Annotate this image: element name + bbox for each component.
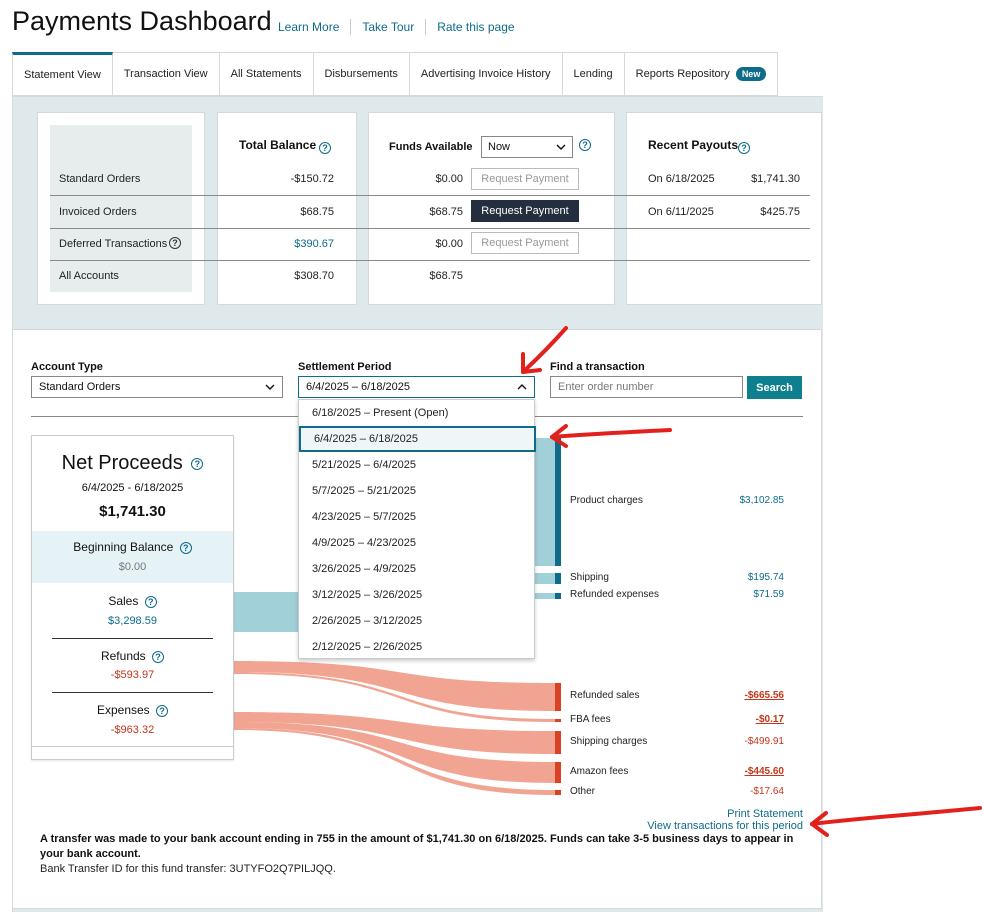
- expenses-label: Expenses: [96, 703, 150, 717]
- refunded-sales-flow: [234, 661, 555, 711]
- refunds-row: Refunds ?: [31, 649, 234, 663]
- refunded-expenses-label: Refunded expenses: [570, 589, 659, 600]
- expenses-row: Expenses ?: [31, 703, 234, 717]
- beginning-balance-help-icon[interactable]: ?: [179, 541, 192, 554]
- settlement-option[interactable]: 4/9/2025 – 4/23/2025: [299, 530, 536, 556]
- settlement-option[interactable]: 2/12/2025 – 2/26/2025: [299, 634, 536, 660]
- beginning-balance-row: Beginning Balance ?: [31, 540, 234, 554]
- fba-fees-label: FBA fees: [570, 714, 611, 725]
- shipping-flow: [535, 573, 555, 584]
- settlement-option[interactable]: 2/26/2025 – 3/12/2025: [299, 608, 536, 634]
- refunds-label: Refunds: [100, 649, 146, 663]
- refunded-sales-bar: [555, 683, 561, 711]
- sales-row: Sales ?: [31, 594, 234, 608]
- settlement-option[interactable]: 5/7/2025 – 5/21/2025: [299, 478, 536, 504]
- sales-value: $3,298.59: [108, 615, 157, 627]
- sales-help-icon[interactable]: ?: [144, 595, 157, 608]
- np-divider: [32, 746, 233, 747]
- shipping-charges-bar: [555, 731, 561, 754]
- shipping-charges-value: -$499.91: [744, 736, 784, 747]
- settlement-option[interactable]: 3/12/2025 – 3/26/2025: [299, 582, 536, 608]
- product-charges-bar: [555, 438, 561, 566]
- net-proceeds-amount: $1,741.30: [99, 503, 166, 520]
- net-proceeds-title: Net Proceeds: [61, 452, 183, 474]
- amazon-fees-value[interactable]: -$445.60: [724, 766, 784, 777]
- net-proceeds-period: 6/4/2025 - 6/18/2025: [81, 482, 184, 494]
- other-label: Other: [570, 786, 596, 797]
- transfer-message: A transfer was made to your bank account…: [40, 833, 794, 860]
- shipping-label: Shipping: [570, 572, 609, 583]
- settlement-option[interactable]: 5/21/2025 – 6/4/2025: [299, 452, 536, 478]
- fba-fees-bar: [555, 719, 561, 722]
- sales-flow-band: [234, 592, 298, 632]
- amazon-fees-label: Amazon fees: [570, 766, 629, 777]
- shipping-value: $195.74: [747, 572, 784, 583]
- beginning-balance-label: Beginning Balance: [73, 540, 174, 554]
- refunds-help-icon[interactable]: ?: [152, 650, 165, 663]
- np-divider: [52, 638, 213, 639]
- product-charges-label: Product charges: [570, 495, 643, 506]
- refunded-sales-label: Refunded sales: [570, 690, 640, 701]
- settlement-period-dropdown: 6/18/2025 – Present (Open) 6/4/2025 – 6/…: [298, 399, 536, 660]
- print-statement-link[interactable]: Print Statement: [600, 808, 803, 820]
- expenses-value: -$963.32: [110, 724, 155, 736]
- shipping-charges-label: Shipping charges: [570, 736, 648, 747]
- expenses-help-icon[interactable]: ?: [156, 704, 169, 717]
- view-transactions-link[interactable]: View transactions for this period: [560, 820, 803, 832]
- transfer-id: Bank Transfer ID for this fund transfer:…: [40, 863, 336, 875]
- beginning-balance-section: [32, 531, 233, 583]
- refunded-expenses-flow: [535, 593, 555, 599]
- refunded-expenses-bar: [555, 593, 561, 599]
- settlement-option-selected[interactable]: 6/4/2025 – 6/18/2025: [299, 426, 536, 452]
- np-divider: [52, 692, 213, 693]
- product-charges-value: $3,102.85: [739, 495, 785, 506]
- refunded-sales-value[interactable]: -$665.56: [724, 690, 784, 701]
- refunded-expenses-value: $71.59: [753, 589, 784, 600]
- net-proceeds-title-row: Net Proceeds ?: [31, 452, 234, 475]
- beginning-balance-value: $0.00: [118, 561, 147, 573]
- refunds-value: -$593.97: [110, 669, 155, 681]
- sales-label: Sales: [108, 594, 139, 608]
- other-value: -$17.64: [750, 786, 784, 797]
- settlement-option[interactable]: 3/26/2025 – 4/9/2025: [299, 556, 536, 582]
- net-proceeds-help-icon[interactable]: ?: [191, 457, 204, 470]
- amazon-fees-bar: [555, 762, 561, 783]
- product-charges-flow: [535, 438, 555, 566]
- settlement-option[interactable]: 6/18/2025 – Present (Open): [299, 400, 536, 426]
- other-bar: [555, 790, 561, 795]
- fba-fees-value[interactable]: -$0.17: [724, 714, 784, 725]
- settlement-option[interactable]: 4/23/2025 – 5/7/2025: [299, 504, 536, 530]
- shipping-bar: [555, 573, 561, 584]
